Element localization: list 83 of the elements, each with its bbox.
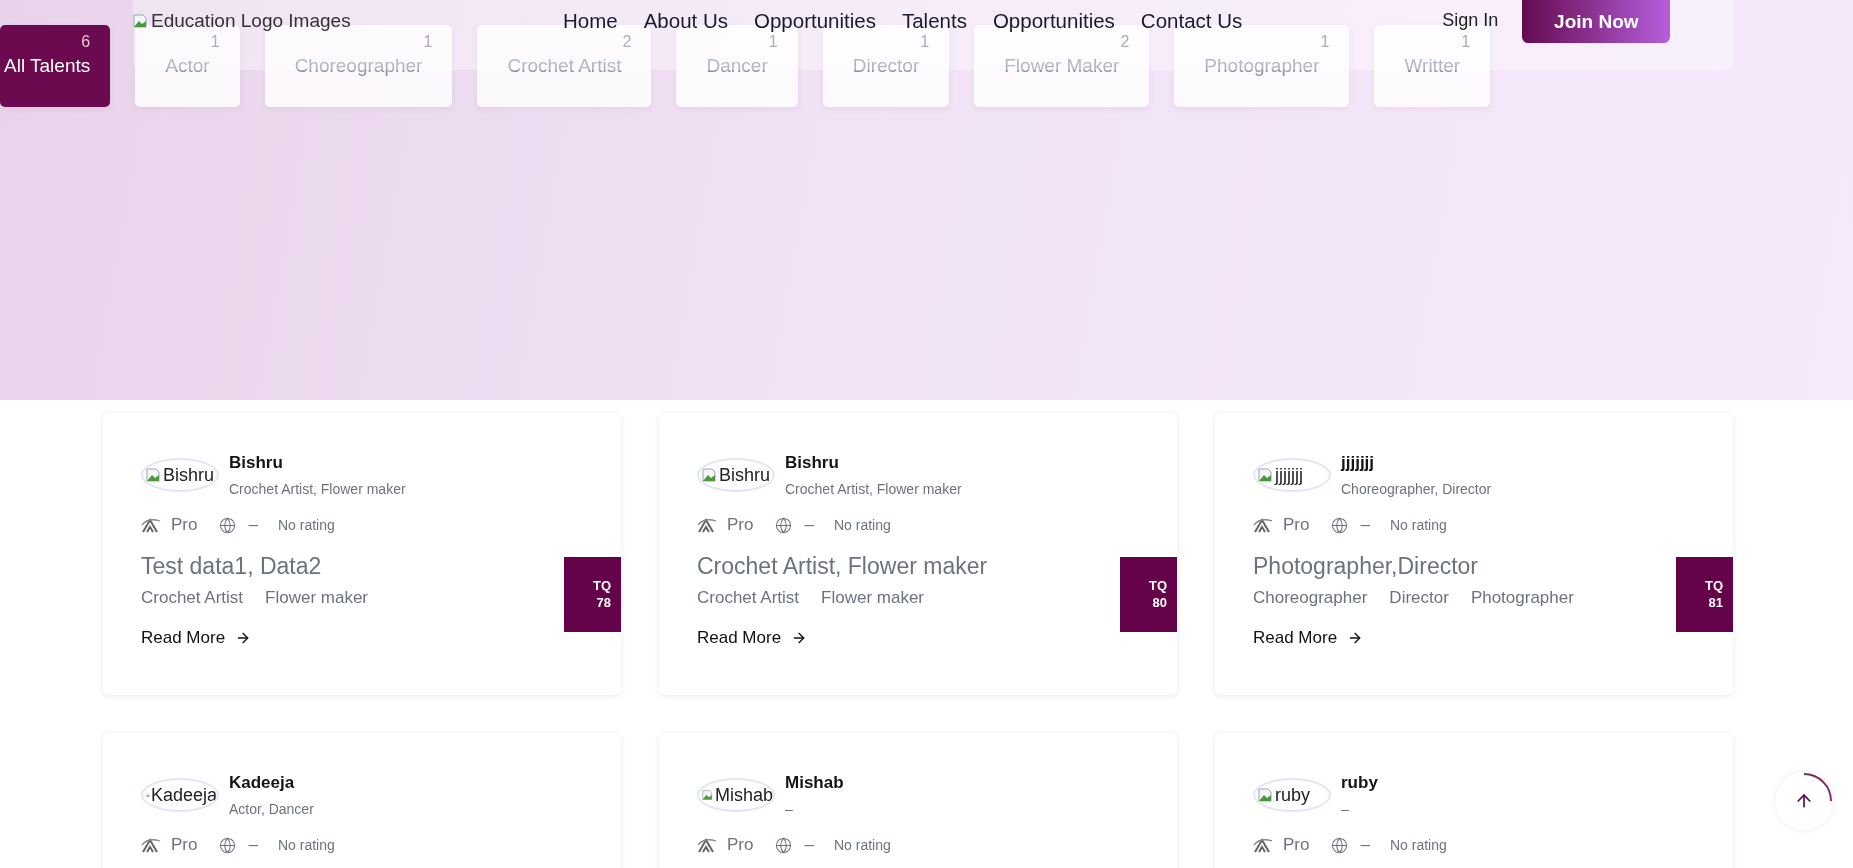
plan-label: Pro — [1283, 515, 1310, 535]
pro-icon — [141, 837, 161, 853]
talent-tag: Choreographer — [1253, 588, 1368, 608]
website-value: – — [248, 835, 258, 855]
plan-label: Pro — [171, 515, 198, 535]
tab-count: 1 — [1320, 33, 1330, 51]
avatar-image: jjjjjjj — [1253, 458, 1331, 492]
rating-text: No rating — [1389, 837, 1447, 853]
avatar-image: Mishab — [697, 778, 775, 812]
website-value: – — [248, 515, 258, 535]
talent-roles: Crochet Artist, Flower maker — [785, 481, 962, 497]
broken-image-icon — [133, 13, 149, 29]
pro-icon — [141, 517, 161, 533]
talent-tag: Photographer — [1470, 588, 1574, 608]
globe-icon — [1331, 836, 1349, 854]
plan-label: Pro — [727, 515, 754, 535]
talent-name: Bishru — [229, 453, 284, 473]
avatar-image: Bishru — [697, 458, 775, 492]
rating-text: No rating — [1389, 517, 1447, 533]
rating-text: No rating — [833, 837, 891, 853]
read-more-link[interactable]: Read More — [697, 628, 808, 648]
broken-image-icon — [1258, 787, 1274, 803]
plan-label: Pro — [1283, 835, 1310, 855]
plan-label: Pro — [727, 835, 754, 855]
pro-icon — [1253, 837, 1273, 853]
globe-icon — [775, 836, 793, 854]
talent-name: jjjjjjj — [1341, 453, 1376, 473]
scroll-top-button[interactable] — [1775, 772, 1833, 830]
tab-count: 2 — [1120, 33, 1130, 51]
pro-icon — [697, 517, 717, 533]
talent-headline: Test data1, Data2 — [141, 553, 323, 580]
talent-tag: Flower maker — [265, 588, 368, 608]
talent-headline: Photographer,Director — [1253, 553, 1479, 580]
talent-tag: Director — [1389, 588, 1449, 608]
pro-icon — [1253, 517, 1273, 533]
avatar-image: Kadeeja — [141, 778, 219, 812]
website-value: – — [804, 515, 814, 535]
website-value: – — [1360, 835, 1370, 855]
globe-icon — [219, 836, 237, 854]
progress-ring-icon — [1803, 773, 1832, 802]
website-value: – — [804, 835, 814, 855]
rating-text: No rating — [277, 517, 335, 533]
talent-name: Kadeeja — [229, 773, 296, 793]
plan-label: Pro — [171, 835, 198, 855]
talent-tag: Flower maker — [821, 588, 924, 608]
tab-count: 2 — [622, 33, 632, 51]
talent-name: Mishab — [785, 773, 844, 793]
rating-text: No rating — [277, 837, 335, 853]
avatar-image: Bishru — [141, 458, 219, 492]
talent-roles: Actor, Dancer — [229, 801, 314, 817]
join-button[interactable]: Join Now — [1522, 0, 1671, 43]
globe-icon — [775, 516, 793, 534]
globe-icon — [1331, 516, 1349, 534]
talent-headline: Crochet Artist, Flower maker — [697, 553, 989, 580]
tab-count: 1 — [1461, 33, 1471, 51]
talent-tag: Crochet Artist — [697, 588, 800, 608]
broken-image-icon — [146, 467, 162, 483]
tab-count: 6 — [81, 33, 91, 51]
tab-count: 1 — [423, 33, 433, 51]
rating-text: No rating — [833, 517, 891, 533]
talent-roles: – — [1341, 801, 1350, 817]
tq-badge: TQ 81 — [1676, 557, 1733, 632]
tq-badge: TQ 80 — [1120, 557, 1177, 632]
tab-count: 1 — [768, 33, 778, 51]
broken-image-icon — [702, 467, 718, 483]
category-tab[interactable]: All Talents 6 — [0, 25, 111, 107]
talent-name: Bishru — [785, 453, 840, 473]
broken-image-icon — [1258, 467, 1274, 483]
talent-tag: Crochet Artist — [141, 588, 244, 608]
pro-icon — [697, 837, 717, 853]
read-more-link[interactable]: Read More — [1253, 628, 1364, 648]
tq-badge: TQ 78 — [564, 557, 621, 632]
read-more-link[interactable]: Read More — [141, 628, 252, 648]
website-value: – — [1360, 515, 1370, 535]
talent-roles: Crochet Artist, Flower maker — [229, 481, 406, 497]
globe-icon — [219, 516, 237, 534]
talent-roles: – — [785, 801, 794, 817]
avatar-image: ruby — [1253, 778, 1331, 812]
tab-count: 1 — [210, 33, 220, 51]
talent-name: ruby — [1341, 773, 1378, 793]
broken-image-icon — [702, 787, 714, 803]
talent-roles: Choreographer, Director — [1341, 481, 1492, 497]
tab-count: 1 — [920, 33, 930, 51]
